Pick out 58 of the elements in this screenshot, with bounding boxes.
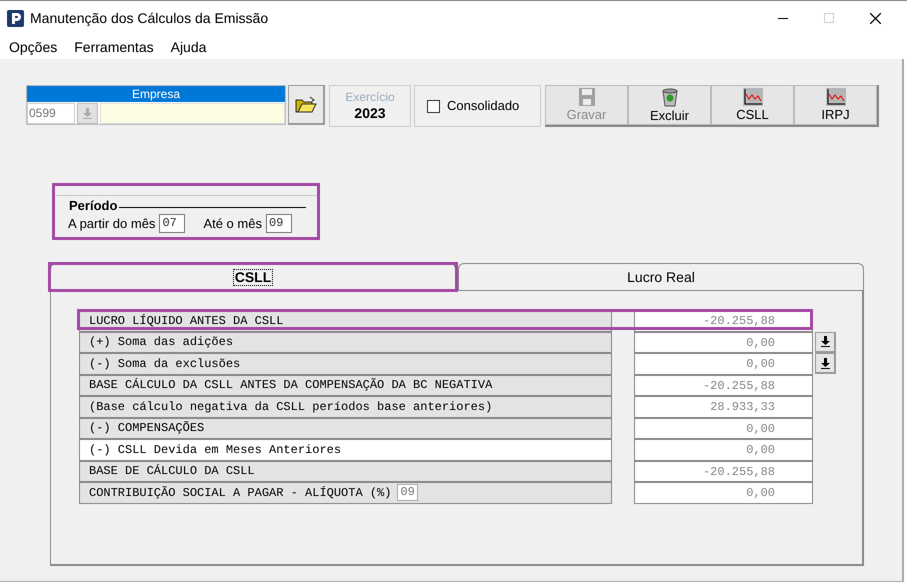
consolidado-checkbox[interactable]	[427, 100, 440, 112]
periodo-title: Período	[69, 198, 118, 213]
folder-icon	[295, 96, 317, 114]
value-field[interactable]: -20.255,88	[634, 460, 813, 482]
detail-button[interactable]	[815, 353, 836, 374]
menu-item[interactable]: Opções	[9, 36, 58, 58]
window-title: Manutenção dos Cálculos da Emissão	[30, 8, 268, 28]
row-label-cell[interactable]: (-) Soma da exclusões	[79, 353, 612, 374]
exercicio-label: Exercício	[345, 90, 395, 104]
recycle-bin-icon	[660, 87, 678, 107]
row-label-cell[interactable]: CONTRIBUIÇÃO SOCIAL A PAGAR - ALÍQUOTA (%) 09	[79, 482, 612, 504]
chart-button[interactable]: CSLL	[711, 85, 794, 125]
row-label-cell[interactable]: (-) COMPENSAÇÕES	[79, 418, 612, 439]
value-field[interactable]: 0,00	[634, 418, 813, 439]
line-chart-icon	[826, 88, 846, 106]
rate-field[interactable]: 09	[397, 484, 418, 502]
menu-item[interactable]: Ajuda	[170, 36, 206, 58]
row-label: LUCRO LÍQUIDO ANTES DA CSLL	[89, 312, 284, 330]
row-label: (-) COMPENSAÇÕES	[89, 420, 204, 438]
row-label-cell[interactable]: BASE CÁLCULO DA CSLL ANTES DA COMPENSAÇÃO DA BC NEGATIVA	[79, 374, 612, 396]
menu-item[interactable]: Ferramentas	[74, 36, 154, 58]
company-code-field[interactable]: 0599	[27, 102, 75, 124]
value-field[interactable]: 28.933,33	[634, 396, 813, 418]
empresa-header: Empresa	[27, 86, 285, 102]
row-label-cell[interactable]: (Base cálculo negativa da CSLL períodos base anteriores)	[79, 396, 612, 418]
company-name-field[interactable]	[100, 102, 285, 124]
close-icon[interactable]	[870, 12, 881, 24]
detail-button[interactable]	[815, 332, 836, 353]
from-month-field[interactable]: 07	[159, 214, 186, 234]
value-field[interactable]: -20.255,88	[634, 374, 813, 396]
row-label: (+) Soma das adições	[89, 334, 234, 352]
row-label: (-) Soma da exclusões	[89, 356, 240, 373]
value-field[interactable]: 0,00	[634, 439, 813, 460]
row-label-cell[interactable]: (+) Soma das adições	[79, 332, 612, 353]
open-folder-button[interactable]	[288, 85, 325, 125]
row-label: BASE DE CÁLCULO DA CSLL	[89, 463, 255, 480]
to-month-field[interactable]: 09	[266, 214, 292, 234]
row-label: (-) CSLL Devida em Meses Anteriores	[89, 442, 342, 459]
delete-button[interactable]: Excluir	[628, 85, 711, 125]
tab[interactable]: Lucro Real	[458, 263, 864, 291]
value-field[interactable]: 0,00	[634, 482, 813, 504]
line-chart-icon	[742, 88, 762, 106]
row-label: CONTRIBUIÇÃO SOCIAL A PAGAR - ALÍQUOTA (%)	[89, 484, 392, 502]
app-logo-icon	[7, 10, 24, 26]
to-month-label: Até o mês	[203, 215, 262, 233]
from-month-label: A partir do mês	[68, 215, 156, 233]
row-label-cell[interactable]: BASE DE CÁLCULO DA CSLL	[79, 460, 612, 482]
download-arrow-icon	[820, 336, 830, 348]
exercicio-value: 2023	[354, 104, 386, 122]
download-arrow-icon	[83, 108, 92, 118]
row-label: (Base cálculo negativa da CSLL períodos base anteriores)	[89, 398, 492, 416]
download-arrow-icon	[820, 358, 830, 369]
value-field[interactable]: 0,00	[634, 353, 813, 374]
row-label: BASE CÁLCULO DA CSLL ANTES DA COMPENSAÇÃO DA BC NEGATIVA	[89, 377, 492, 394]
chart-button[interactable]: IRPJ	[794, 85, 877, 125]
row-label-cell[interactable]: (-) CSLL Devida em Meses Anteriores	[79, 439, 612, 460]
consolidado-label: Consolidado	[447, 97, 520, 116]
value-field[interactable]: 0,00	[634, 332, 813, 353]
